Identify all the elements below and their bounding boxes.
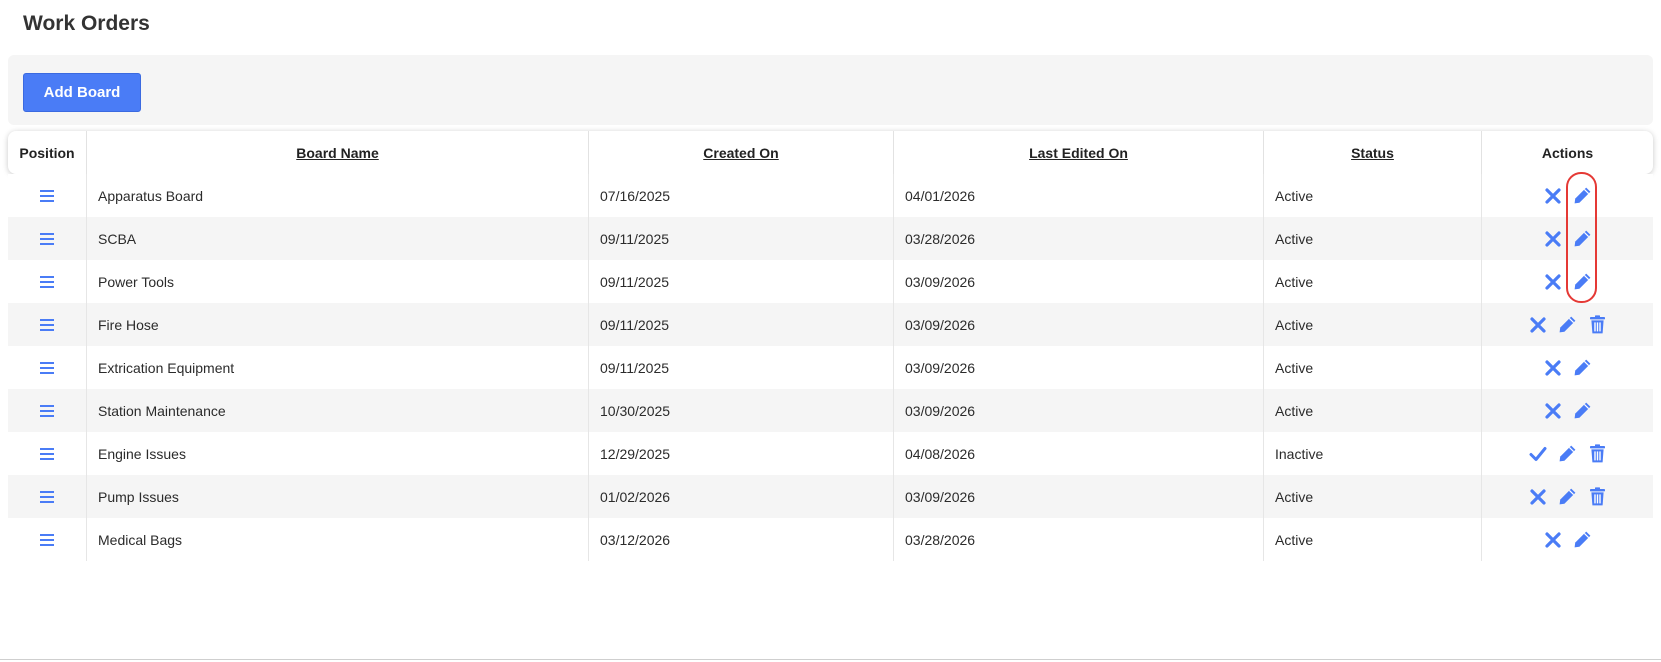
x-icon[interactable]: [1543, 358, 1563, 378]
last-edited-cell: 03/09/2026: [894, 303, 1264, 346]
last-edited-cell: 04/01/2026: [894, 174, 1264, 217]
header-board-name[interactable]: Board Name: [87, 131, 589, 174]
pencil-icon[interactable]: [1573, 272, 1593, 292]
board-name-cell: Extrication Equipment: [87, 346, 589, 389]
actions-cell: [1482, 303, 1653, 346]
table-row: SCBA 09/11/2025 03/28/2026 Active: [8, 217, 1653, 260]
board-name-cell: SCBA: [87, 217, 589, 260]
created-on-cell: 09/11/2025: [589, 346, 894, 389]
header-actions: Actions: [1541, 144, 1594, 161]
header-status[interactable]: Status: [1264, 131, 1482, 174]
table-row: Extrication Equipment 09/11/2025 03/09/2…: [8, 346, 1653, 389]
x-icon[interactable]: [1543, 272, 1563, 292]
board-name-cell: Apparatus Board: [87, 174, 589, 217]
drag-handle-icon[interactable]: [37, 401, 57, 421]
board-name-cell: Engine Issues: [87, 432, 589, 475]
pencil-icon[interactable]: [1573, 530, 1593, 550]
table-row: Engine Issues 12/29/2025 04/08/2026 Inac…: [8, 432, 1653, 475]
created-on-cell: 09/11/2025: [589, 303, 894, 346]
created-on-cell: 07/16/2025: [589, 174, 894, 217]
page-title: Work Orders: [23, 12, 150, 35]
pencil-icon[interactable]: [1573, 358, 1593, 378]
table-row: Apparatus Board 07/16/2025 04/01/2026 Ac…: [8, 174, 1653, 217]
table-row: Power Tools 09/11/2025 03/09/2026 Active: [8, 260, 1653, 303]
x-icon[interactable]: [1543, 186, 1563, 206]
x-icon[interactable]: [1528, 315, 1548, 335]
actions-cell: [1482, 174, 1653, 217]
actions-cell: [1482, 389, 1653, 432]
actions-cell: [1482, 260, 1653, 303]
drag-handle-icon[interactable]: [37, 487, 57, 507]
trash-icon[interactable]: [1588, 444, 1608, 464]
status-cell: Active: [1264, 518, 1482, 561]
table-row: Pump Issues 01/02/2026 03/09/2026 Active: [8, 475, 1653, 518]
actions-cell: [1482, 518, 1653, 561]
pencil-icon[interactable]: [1558, 315, 1578, 335]
x-icon[interactable]: [1543, 229, 1563, 249]
board-name-cell: Fire Hose: [87, 303, 589, 346]
created-on-cell: 12/29/2025: [589, 432, 894, 475]
trash-icon[interactable]: [1588, 315, 1608, 335]
created-on-cell: 03/12/2026: [589, 518, 894, 561]
table-header: Position Board Name Created On Last Edit…: [8, 131, 1653, 174]
last-edited-cell: 03/09/2026: [894, 260, 1264, 303]
last-edited-cell: 04/08/2026: [894, 432, 1264, 475]
x-icon[interactable]: [1528, 487, 1548, 507]
drag-handle-icon[interactable]: [37, 358, 57, 378]
table-body: Apparatus Board 07/16/2025 04/01/2026 Ac…: [8, 174, 1653, 561]
actions-cell: [1482, 475, 1653, 518]
created-on-cell: 09/11/2025: [589, 260, 894, 303]
status-cell: Active: [1264, 303, 1482, 346]
last-edited-cell: 03/28/2026: [894, 217, 1264, 260]
drag-handle-icon[interactable]: [37, 186, 57, 206]
board-name-cell: Power Tools: [87, 260, 589, 303]
last-edited-cell: 03/09/2026: [894, 475, 1264, 518]
created-on-cell: 10/30/2025: [589, 389, 894, 432]
x-icon[interactable]: [1543, 530, 1563, 550]
created-on-cell: 01/02/2026: [589, 475, 894, 518]
board-name-cell: Station Maintenance: [87, 389, 589, 432]
header-created-on[interactable]: Created On: [589, 131, 894, 174]
status-cell: Active: [1264, 174, 1482, 217]
toolbar: Add Board: [8, 55, 1653, 125]
status-cell: Active: [1264, 389, 1482, 432]
pencil-icon[interactable]: [1573, 186, 1593, 206]
board-name-cell: Pump Issues: [87, 475, 589, 518]
drag-handle-icon[interactable]: [37, 272, 57, 292]
status-cell: Active: [1264, 475, 1482, 518]
last-edited-cell: 03/09/2026: [894, 346, 1264, 389]
status-cell: Active: [1264, 217, 1482, 260]
header-last-edited-on[interactable]: Last Edited On: [894, 131, 1264, 174]
created-on-cell: 09/11/2025: [589, 217, 894, 260]
trash-icon[interactable]: [1588, 487, 1608, 507]
pencil-icon[interactable]: [1573, 401, 1593, 421]
pencil-icon[interactable]: [1573, 229, 1593, 249]
actions-cell: [1482, 217, 1653, 260]
table-row: Station Maintenance 10/30/2025 03/09/202…: [8, 389, 1653, 432]
last-edited-cell: 03/28/2026: [894, 518, 1264, 561]
pencil-icon[interactable]: [1558, 487, 1578, 507]
header-position: Position: [8, 131, 87, 174]
actions-cell: [1482, 346, 1653, 389]
actions-cell: [1482, 432, 1653, 475]
drag-handle-icon[interactable]: [37, 530, 57, 550]
status-cell: Active: [1264, 260, 1482, 303]
status-cell: Active: [1264, 346, 1482, 389]
check-icon[interactable]: [1528, 444, 1548, 464]
drag-handle-icon[interactable]: [37, 229, 57, 249]
board-name-cell: Medical Bags: [87, 518, 589, 561]
x-icon[interactable]: [1543, 401, 1563, 421]
last-edited-cell: 03/09/2026: [894, 389, 1264, 432]
drag-handle-icon[interactable]: [37, 444, 57, 464]
status-cell: Inactive: [1264, 432, 1482, 475]
divider: [0, 659, 1661, 660]
pencil-icon[interactable]: [1558, 444, 1578, 464]
add-board-button[interactable]: Add Board: [23, 73, 141, 112]
table-row: Medical Bags 03/12/2026 03/28/2026 Activ…: [8, 518, 1653, 561]
drag-handle-icon[interactable]: [37, 315, 57, 335]
table-row: Fire Hose 09/11/2025 03/09/2026 Active: [8, 303, 1653, 346]
